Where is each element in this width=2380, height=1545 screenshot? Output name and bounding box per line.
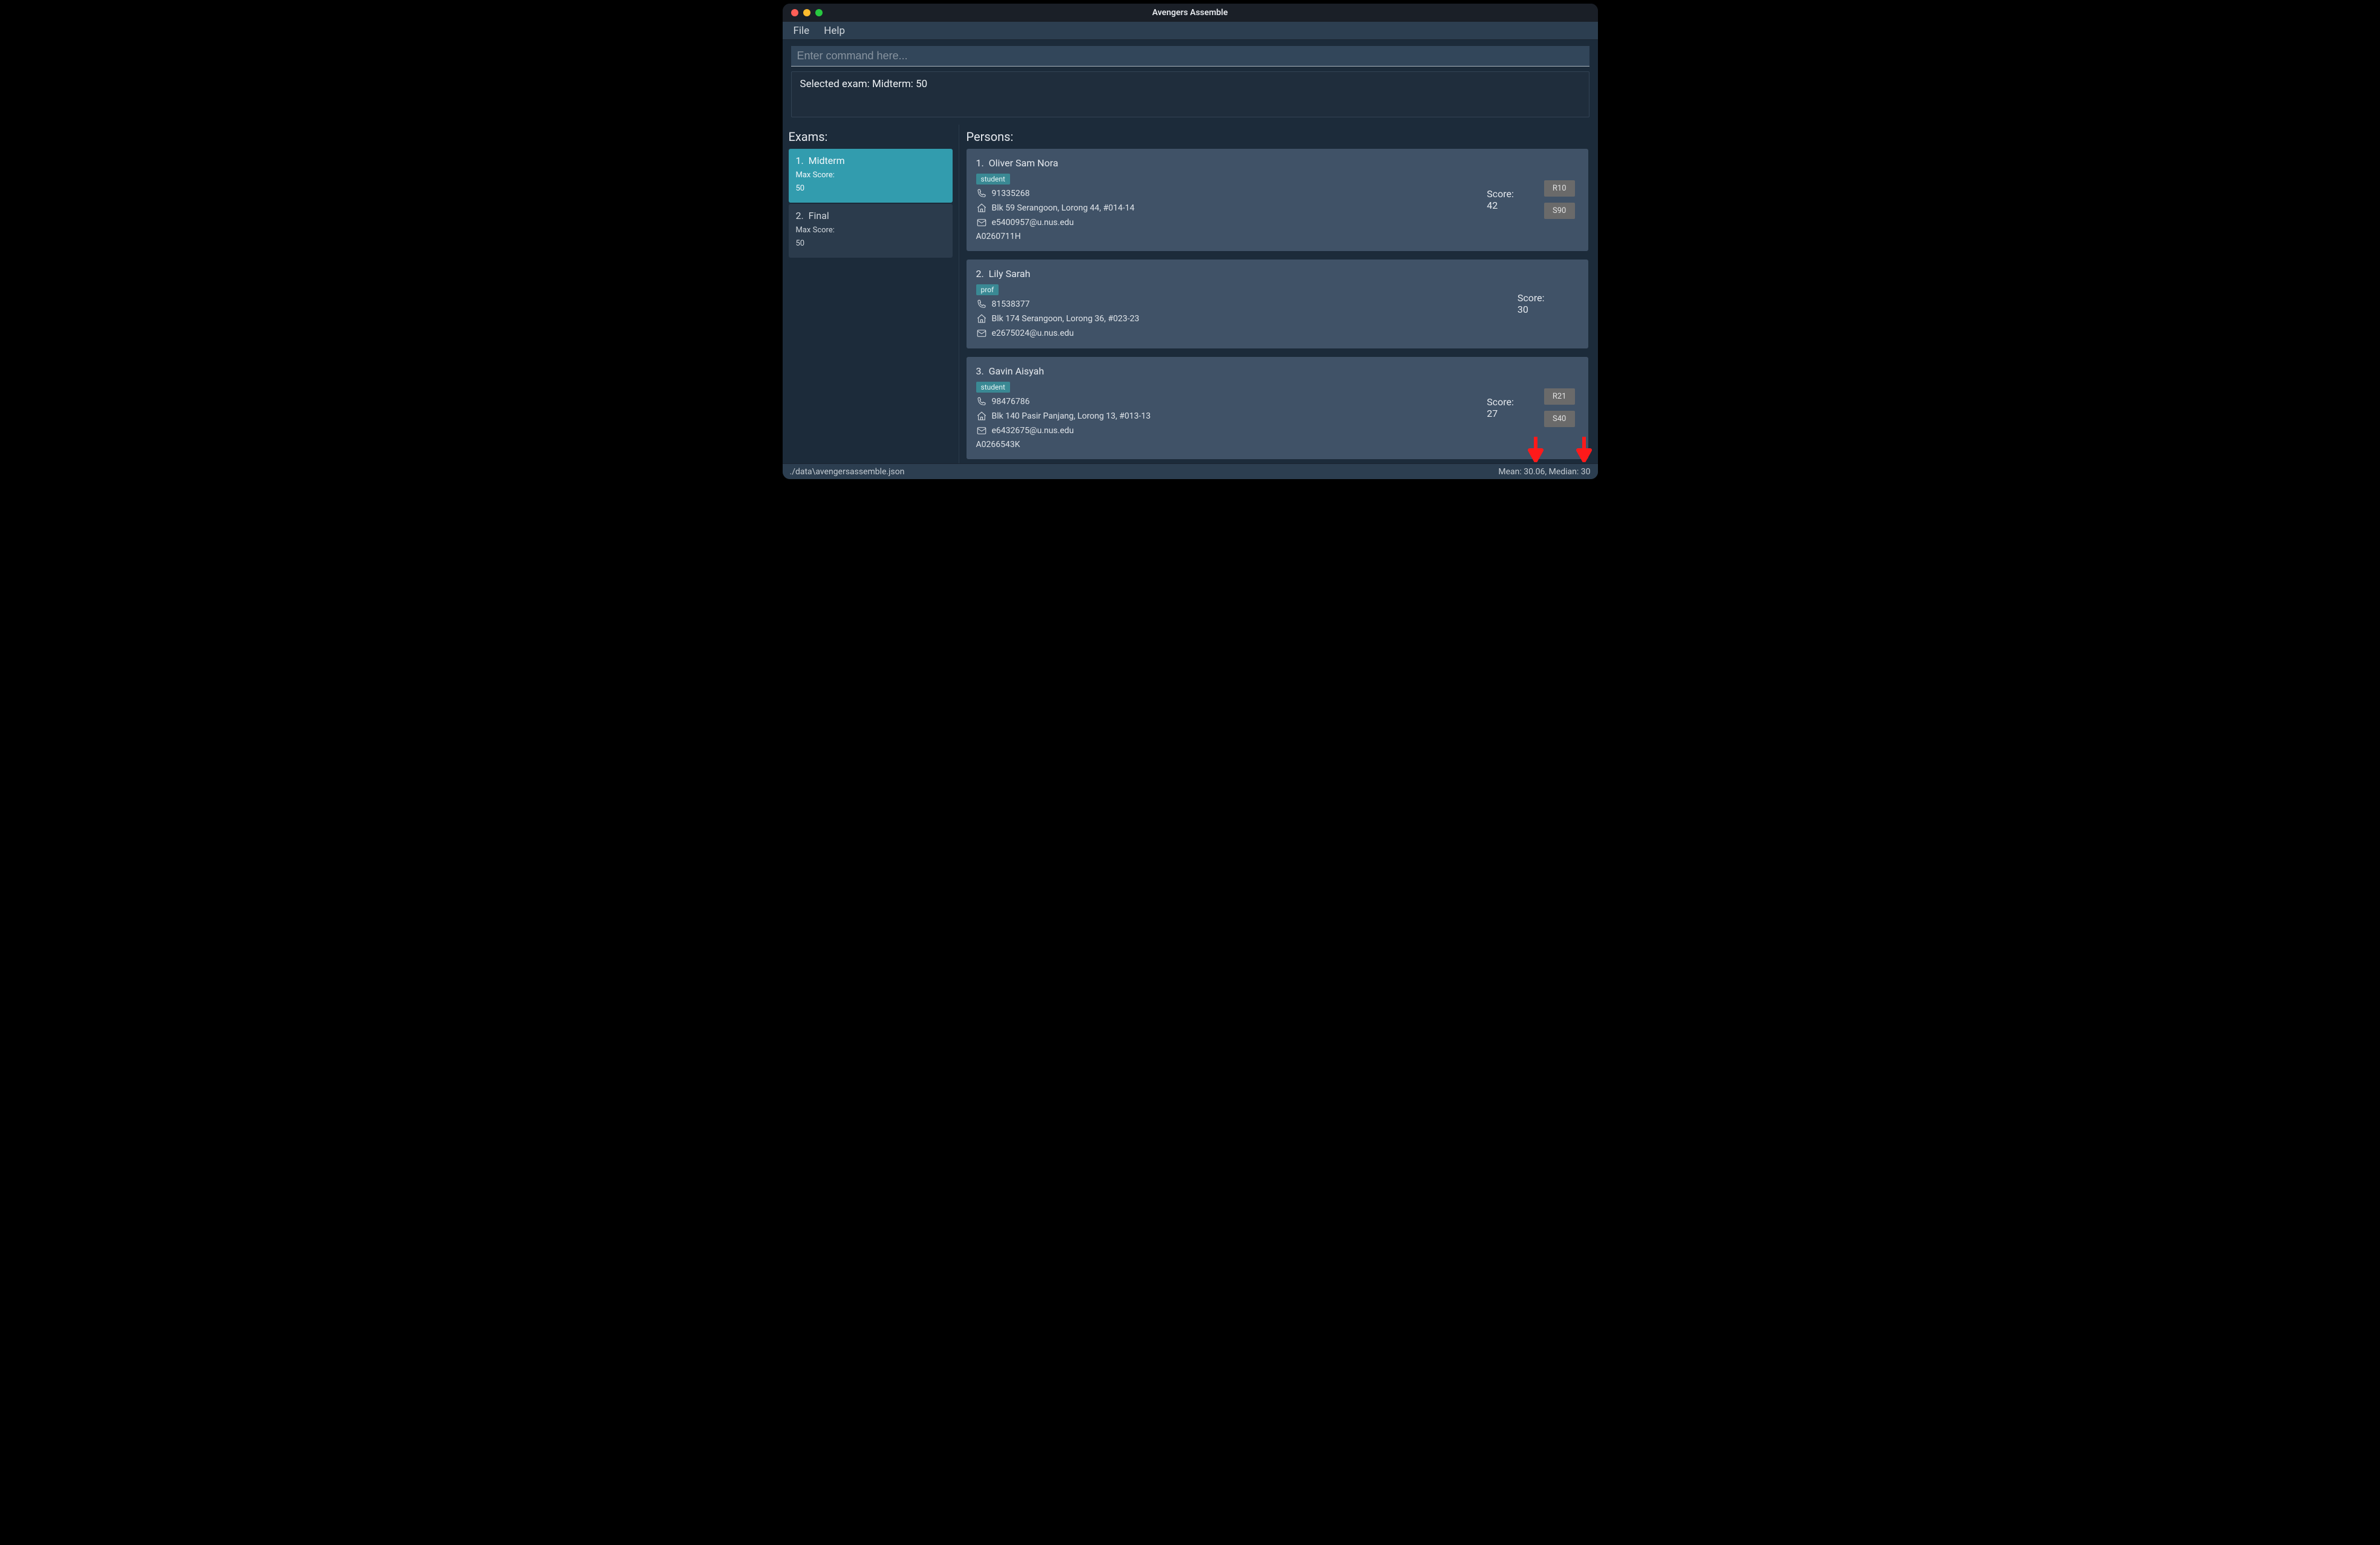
- exam-item-midterm[interactable]: 1. Midterm Max Score: 50: [789, 149, 953, 203]
- persons-list[interactable]: 1. Oliver Sam Nora student 91335268 Blk …: [967, 149, 1592, 459]
- exams-header: Exams:: [789, 129, 953, 144]
- content-area: Exams: 1. Midterm Max Score: 50 2. Final…: [783, 125, 1598, 463]
- role-tag: student: [976, 382, 1010, 393]
- role-tag: student: [976, 174, 1010, 185]
- person-name-text: Oliver Sam Nora: [989, 157, 1058, 169]
- home-icon: [976, 313, 987, 324]
- score-label: Score:: [1487, 188, 1514, 200]
- group-tag: R10: [1544, 180, 1575, 197]
- person-card[interactable]: 1. Oliver Sam Nora student 91335268 Blk …: [967, 149, 1588, 251]
- person-email: e5400957@u.nus.edu: [992, 218, 1074, 227]
- person-name-text: Gavin Aisyah: [989, 365, 1044, 377]
- person-address: Blk 174 Serangoon, Lorong 36, #023-23: [992, 314, 1139, 324]
- score-label: Score:: [1487, 396, 1514, 408]
- person-phone: 81538377: [992, 299, 1030, 309]
- window-title: Avengers Assemble: [783, 8, 1598, 18]
- menu-file[interactable]: File: [786, 24, 817, 38]
- status-panel: Selected exam: Midterm: 50: [791, 71, 1589, 117]
- person-card[interactable]: 3. Gavin Aisyah student 98476786 Blk 140…: [967, 357, 1588, 459]
- footer-path: ./data\avengersassemble.json: [790, 467, 905, 477]
- email-icon: [976, 217, 987, 228]
- menubar: File Help: [783, 22, 1598, 40]
- footer-stats: Mean: 30.06, Median: 30: [1498, 467, 1590, 477]
- persons-header: Persons:: [967, 129, 1592, 144]
- phone-icon: [976, 188, 987, 199]
- exam-name: Midterm: [809, 155, 845, 166]
- exam-maxscore-label: Max Score:: [796, 169, 945, 182]
- person-matric: A0266543K: [976, 440, 1480, 449]
- group-tag: S90: [1544, 203, 1575, 219]
- role-tag: prof: [976, 284, 999, 295]
- person-address: Blk 59 Serangoon, Lorong 44, #014-14: [992, 203, 1135, 213]
- score-value: 27: [1487, 408, 1514, 419]
- person-index: 1.: [976, 157, 984, 169]
- app-window: Avengers Assemble File Help Selected exa…: [783, 4, 1598, 479]
- status-text: Selected exam: Midterm: 50: [800, 78, 928, 90]
- titlebar: Avengers Assemble: [783, 4, 1598, 22]
- group-tag: S40: [1544, 411, 1575, 427]
- email-icon: [976, 425, 987, 436]
- exam-maxscore-value: 50: [796, 237, 945, 250]
- arrow-down-icon: [1527, 436, 1545, 465]
- score-value: 30: [1518, 304, 1545, 315]
- person-card[interactable]: 2. Lily Sarah prof 81538377 Blk 174 Sera…: [967, 260, 1588, 348]
- command-wrap: [783, 40, 1598, 71]
- person-index: 3.: [976, 365, 984, 377]
- callout-arrows: [1527, 436, 1593, 465]
- person-matric: A0260711H: [976, 232, 1480, 241]
- exams-sidebar: Exams: 1. Midterm Max Score: 50 2. Final…: [783, 125, 959, 463]
- exam-index: 1.: [796, 155, 804, 166]
- person-phone: 98476786: [992, 397, 1030, 407]
- person-email: e6432675@u.nus.edu: [992, 426, 1074, 436]
- person-name-text: Lily Sarah: [989, 268, 1031, 279]
- group-tag: R21: [1544, 388, 1575, 405]
- exam-maxscore-label: Max Score:: [796, 224, 945, 237]
- menu-help[interactable]: Help: [817, 24, 852, 38]
- home-icon: [976, 411, 987, 422]
- exam-maxscore-value: 50: [796, 182, 945, 195]
- score-label: Score:: [1518, 292, 1545, 304]
- person-email: e2675024@u.nus.edu: [992, 328, 1074, 338]
- command-input[interactable]: [791, 46, 1589, 67]
- exam-index: 2.: [796, 210, 804, 221]
- exam-name: Final: [809, 210, 829, 221]
- phone-icon: [976, 396, 987, 407]
- person-phone: 91335268: [992, 189, 1030, 198]
- persons-panel: Persons: 1. Oliver Sam Nora student 9133…: [959, 125, 1598, 463]
- person-address: Blk 140 Pasir Panjang, Lorong 13, #013-1…: [992, 411, 1151, 421]
- person-index: 2.: [976, 268, 984, 279]
- exam-item-final[interactable]: 2. Final Max Score: 50: [789, 204, 953, 258]
- email-icon: [976, 328, 987, 339]
- phone-icon: [976, 299, 987, 310]
- home-icon: [976, 203, 987, 214]
- arrow-down-icon: [1575, 436, 1593, 465]
- score-value: 42: [1487, 200, 1514, 211]
- status-bar: ./data\avengersassemble.json Mean: 30.06…: [783, 463, 1598, 479]
